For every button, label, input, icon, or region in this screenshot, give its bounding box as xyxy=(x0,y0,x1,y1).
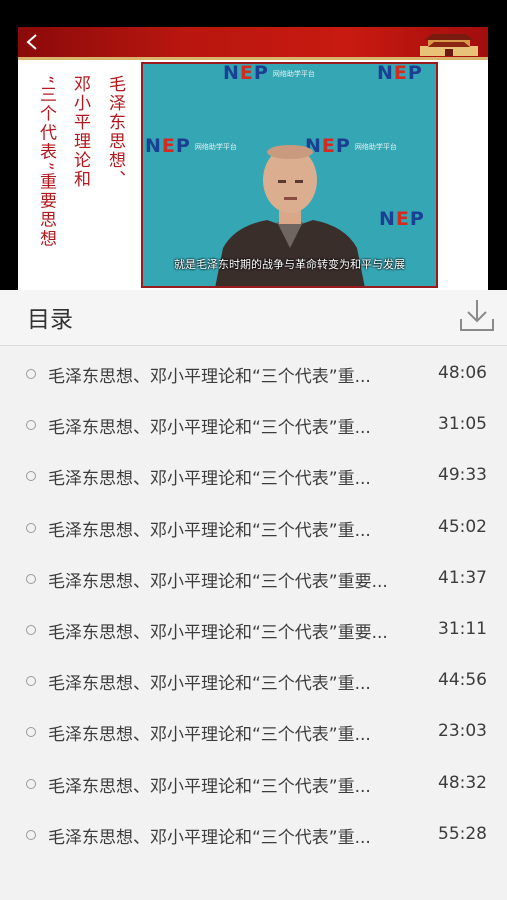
chevron-left-icon[interactable] xyxy=(24,33,40,51)
nep-watermark: NEP xyxy=(377,62,423,84)
list-item[interactable]: 毛泽东思想、邓小平理论和“三个代表”重... 45:02 xyxy=(0,502,507,553)
catalog-list: 毛泽东思想、邓小平理论和“三个代表”重... 48:06 毛泽东思想、邓小平理论… xyxy=(0,348,507,860)
list-item[interactable]: 毛泽东思想、邓小平理论和“三个代表”重... 55:28 xyxy=(0,809,507,860)
list-item[interactable]: 毛泽东思想、邓小平理论和“三个代表”重... 48:32 xyxy=(0,758,507,809)
list-item-duration: 45:02 xyxy=(438,516,487,537)
list-item-duration: 31:11 xyxy=(438,618,487,639)
slide-title-line-3: “三个代表”重要思想 xyxy=(36,75,56,249)
slide-title-line-2: 邓小平理论和 xyxy=(70,75,90,189)
list-item[interactable]: 毛泽东思想、邓小平理论和“三个代表”重... 48:06 xyxy=(0,348,507,399)
list-item-title: 毛泽东思想、邓小平理论和“三个代表”重... xyxy=(48,674,371,695)
nep-watermark: NEP 网络助学平台 xyxy=(223,62,315,84)
list-item-title: 毛泽东思想、邓小平理论和“三个代表”重... xyxy=(48,827,371,848)
list-item-duration: 55:28 xyxy=(438,823,487,844)
bullet-icon xyxy=(26,420,36,431)
list-item-duration: 48:32 xyxy=(438,772,487,793)
list-item[interactable]: 毛泽东思想、邓小平理论和“三个代表”重要... 41:37 xyxy=(0,553,507,604)
bullet-icon xyxy=(26,676,36,687)
list-item-duration: 49:33 xyxy=(438,465,487,486)
bullet-icon xyxy=(26,829,36,840)
catalog-header: 目录 xyxy=(0,290,507,346)
list-item[interactable]: 毛泽东思想、邓小平理论和“三个代表”重... 49:33 xyxy=(0,450,507,501)
bullet-icon xyxy=(26,369,36,379)
bullet-icon xyxy=(26,727,36,738)
list-item-title: 毛泽东思想、邓小平理论和“三个代表”重要... xyxy=(48,622,388,643)
list-item-title: 毛泽东思想、邓小平理论和“三个代表”重... xyxy=(48,776,371,797)
list-item-title: 毛泽东思想、邓小平理论和“三个代表”重... xyxy=(48,418,371,439)
list-item-title: 毛泽东思想、邓小平理论和“三个代表”重... xyxy=(48,520,371,541)
bullet-icon xyxy=(26,624,36,635)
video-subtitle: 就是毛泽东时期的战争与革命转变为和平与发展 xyxy=(174,258,405,271)
slide-header-banner xyxy=(18,27,488,60)
video-frame: NEP网络助学平台 NEP NEP网络助学平台 NEP网络助学平台 NEP xyxy=(141,62,438,288)
list-item-title: 毛泽东思想、邓小平理论和“三个代表”重... xyxy=(48,367,371,387)
list-item[interactable]: 毛泽东思想、邓小平理论和“三个代表”重... 31:05 xyxy=(0,399,507,450)
list-item-duration: 31:05 xyxy=(438,414,487,435)
slide-title-line-1: 毛泽东思想、 xyxy=(105,75,125,189)
list-item-title: 毛泽东思想、邓小平理论和“三个代表”重... xyxy=(48,725,371,746)
list-item-duration: 41:37 xyxy=(438,567,487,588)
list-item-title: 毛泽东思想、邓小平理论和“三个代表”重... xyxy=(48,469,371,490)
bullet-icon xyxy=(26,573,36,584)
list-item-title: 毛泽东思想、邓小平理论和“三个代表”重要... xyxy=(48,571,388,592)
list-item[interactable]: 毛泽东思想、邓小平理论和“三个代表”重要... 31:11 xyxy=(0,604,507,655)
video-player[interactable]: 毛泽东思想、 邓小平理论和 “三个代表”重要思想 NEP 网络助学平台 NEP N… xyxy=(0,0,507,290)
list-item-duration: 44:56 xyxy=(438,670,487,691)
bullet-icon xyxy=(26,471,36,482)
bullet-icon xyxy=(26,778,36,789)
nep-watermark: NEP xyxy=(379,208,425,230)
list-item[interactable]: 毛泽东思想、邓小平理论和“三个代表”重... 44:56 xyxy=(0,655,507,706)
list-item-duration: 23:03 xyxy=(438,721,487,742)
list-item-duration: 48:06 xyxy=(438,363,487,383)
bullet-icon xyxy=(26,522,36,533)
catalog-title: 目录 xyxy=(27,307,73,333)
download-icon[interactable] xyxy=(459,297,495,333)
tiananmen-icon xyxy=(420,34,478,56)
list-item[interactable]: 毛泽东思想、邓小平理论和“三个代表”重... 23:03 xyxy=(0,706,507,757)
video-slide: 毛泽东思想、 邓小平理论和 “三个代表”重要思想 NEP 网络助学平台 NEP N… xyxy=(18,27,488,290)
